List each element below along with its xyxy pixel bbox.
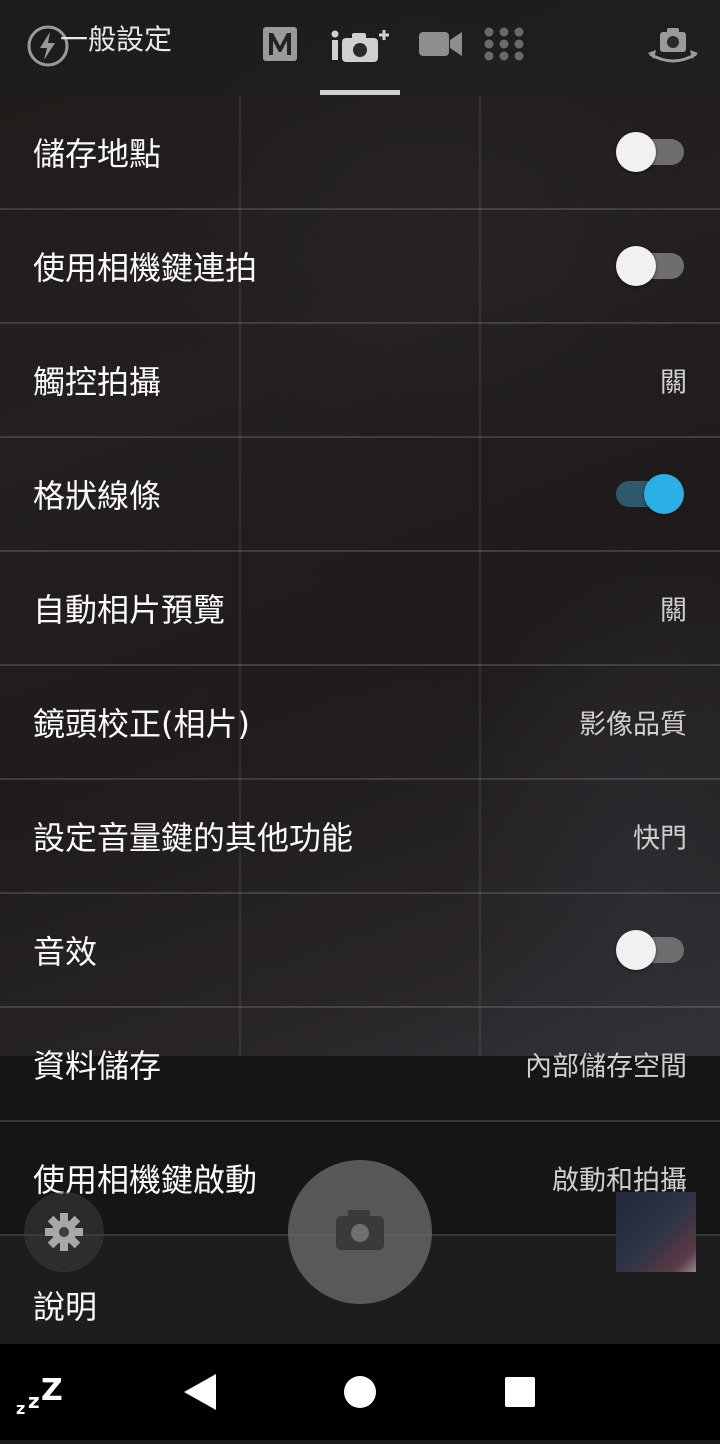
video-icon[interactable] (418, 26, 464, 62)
save-location-toggle[interactable] (616, 132, 686, 172)
setting-label: 鏡頭校正(相片) (33, 705, 250, 743)
setting-lens-correction[interactable]: 鏡頭校正(相片) 影像品質 (0, 666, 720, 780)
navigation-bar: z z Z (0, 1344, 720, 1440)
back-icon (184, 1374, 216, 1410)
setting-label: 自動相片預覽 (33, 591, 226, 629)
gear-icon (45, 1213, 83, 1251)
setting-grid-lines[interactable]: 格狀線條 (0, 438, 720, 552)
recents-icon (505, 1377, 535, 1407)
back-button[interactable] (160, 1344, 240, 1440)
home-button[interactable] (320, 1344, 400, 1440)
superior-auto-icon[interactable] (330, 26, 396, 66)
setting-sound[interactable]: 音效 (0, 894, 720, 1008)
switch-camera-icon[interactable] (646, 24, 700, 68)
settings-title: 一般設定 (60, 23, 173, 56)
camera-mode-bar: 一般設定 (0, 0, 720, 96)
setting-value: 內部儲存空間 (525, 1051, 687, 1083)
svg-text:z: z (16, 1399, 25, 1418)
sleep-button[interactable]: z z Z (10, 1344, 80, 1440)
active-mode-indicator (320, 90, 400, 95)
setting-label: 說明 (33, 1288, 98, 1327)
last-photo-thumbnail[interactable] (616, 1192, 696, 1272)
setting-volume-key-function[interactable]: 設定音量鍵的其他功能 快門 (0, 780, 720, 894)
home-icon (344, 1376, 376, 1408)
sound-toggle[interactable] (616, 930, 686, 970)
recents-button[interactable] (480, 1344, 560, 1440)
sleep-icon: z z Z (16, 1373, 63, 1418)
svg-text:Z: Z (41, 1373, 63, 1408)
setting-auto-photo-preview[interactable]: 自動相片預覽 關 (0, 552, 720, 666)
setting-label: 使用相機鍵連拍 (33, 249, 258, 287)
setting-label: 觸控拍攝 (33, 363, 162, 401)
setting-save-location[interactable]: 儲存地點 (0, 96, 720, 210)
burst-camera-key-toggle[interactable] (616, 246, 686, 286)
setting-data-storage[interactable]: 資料儲存 內部儲存空間 (0, 1008, 720, 1122)
setting-value: 關 (660, 367, 687, 399)
manual-mode-icon[interactable] (262, 26, 298, 62)
setting-burst-camera-key[interactable]: 使用相機鍵連拍 (0, 210, 720, 324)
apps-grid-icon[interactable] (483, 26, 525, 62)
grid-lines-toggle[interactable] (616, 474, 686, 514)
setting-value: 快門 (633, 823, 687, 855)
setting-label: 音效 (33, 933, 98, 971)
settings-button[interactable] (24, 1192, 104, 1272)
setting-value: 關 (660, 595, 687, 627)
svg-text:z: z (28, 1389, 40, 1413)
setting-label: 儲存地點 (33, 135, 162, 173)
setting-label: 格狀線條 (33, 477, 162, 515)
setting-touch-capture[interactable]: 觸控拍攝 關 (0, 324, 720, 438)
setting-label: 設定音量鍵的其他功能 (33, 819, 354, 857)
setting-value: 影像品質 (579, 709, 687, 741)
shutter-button[interactable] (288, 1160, 432, 1304)
setting-label: 資料儲存 (33, 1047, 162, 1085)
camera-icon (336, 1210, 384, 1250)
